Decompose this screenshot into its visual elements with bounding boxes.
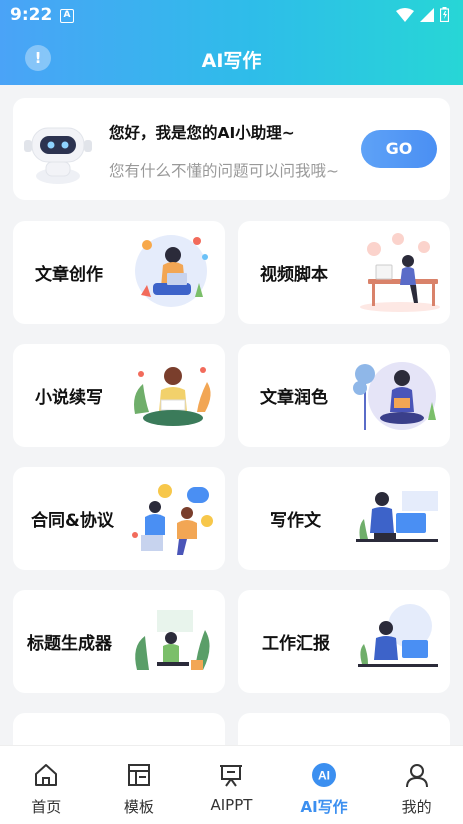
man-at-computer-illustration xyxy=(356,491,438,542)
presentation-icon xyxy=(220,765,243,787)
wifi-icon xyxy=(396,7,414,22)
card-partial-left[interactable] xyxy=(13,713,225,745)
card-label: 合同&协议 xyxy=(31,511,114,531)
go-button[interactable]: GO xyxy=(361,130,437,168)
card-label: 写作文 xyxy=(270,511,321,531)
card-label: 工作汇报 xyxy=(262,634,330,654)
woman-reading-illustration xyxy=(134,367,211,426)
status-bar: 9:22 A xyxy=(0,0,463,32)
main-content[interactable]: 您好，我是您的AI小助理~ 您有什么不懂的问题可以问我哦~ GO 文章创作 视频… xyxy=(0,85,463,745)
page-title: AI写作 xyxy=(201,50,262,72)
card-contract-agreement[interactable]: 合同&协议 xyxy=(13,467,225,570)
status-icons xyxy=(396,7,449,22)
card-label: 视频脚本 xyxy=(260,265,328,285)
card-work-report[interactable]: 工作汇报 xyxy=(238,590,450,693)
signal-icon xyxy=(420,7,434,22)
user-icon xyxy=(405,764,428,788)
tab-aippt[interactable]: AIPPT xyxy=(185,746,278,824)
card-essay-writing[interactable]: 写作文 xyxy=(238,467,450,570)
card-label: 文章创作 xyxy=(35,265,103,285)
app-header: 9:22 A ! AI写作 xyxy=(0,0,463,85)
assistant-card[interactable]: 您好，我是您的AI小助理~ 您有什么不懂的问题可以问我哦~ GO xyxy=(13,98,450,200)
tab-label: AI写作 xyxy=(300,798,348,816)
card-title-generator[interactable]: 标题生成器 xyxy=(13,590,225,693)
battery-icon xyxy=(440,7,449,22)
assistant-subtitle: 您有什么不懂的问题可以问我哦~ xyxy=(109,162,339,180)
woman-at-laptop-illustration xyxy=(135,235,208,307)
tab-home[interactable]: 首页 xyxy=(0,746,93,824)
tab-profile[interactable]: 我的 xyxy=(370,746,463,824)
woman-at-desk-illustration xyxy=(360,233,440,312)
bottom-tab-bar: 首页 模板 AIPPT AI AI写作 我的 xyxy=(0,745,463,824)
status-time: 9:22 xyxy=(10,5,53,25)
template-icon xyxy=(127,764,150,786)
ai-icon: AI xyxy=(312,763,337,787)
two-people-chatting-illustration xyxy=(132,484,213,555)
tab-label: 首页 xyxy=(31,798,62,816)
card-label: 文章润色 xyxy=(260,388,328,408)
man-at-laptop-illustration xyxy=(358,604,438,667)
tab-label: AIPPT xyxy=(210,796,253,814)
tab-templates[interactable]: 模板 xyxy=(93,746,186,824)
card-novel-continuation[interactable]: 小说续写 xyxy=(13,344,225,447)
tab-label: 我的 xyxy=(401,798,432,816)
robot-icon xyxy=(24,127,92,184)
card-video-script[interactable]: 视频脚本 xyxy=(238,221,450,324)
woman-reading-tree-illustration xyxy=(353,362,436,430)
card-label: 小说续写 xyxy=(35,388,103,408)
assistant-title: 您好，我是您的AI小助理~ xyxy=(109,124,295,142)
svg-text:AI: AI xyxy=(318,769,330,783)
tab-label: 模板 xyxy=(123,798,154,816)
tab-ai-writing[interactable]: AI AI写作 xyxy=(278,746,371,824)
woman-plants-illustration xyxy=(135,610,210,670)
card-article-writing[interactable]: 文章创作 xyxy=(13,221,225,324)
card-label: 标题生成器 xyxy=(27,634,112,654)
card-partial-right[interactable] xyxy=(238,713,450,745)
notification-icon: A xyxy=(60,9,74,23)
home-icon xyxy=(35,764,58,786)
card-article-polishing[interactable]: 文章润色 xyxy=(238,344,450,447)
